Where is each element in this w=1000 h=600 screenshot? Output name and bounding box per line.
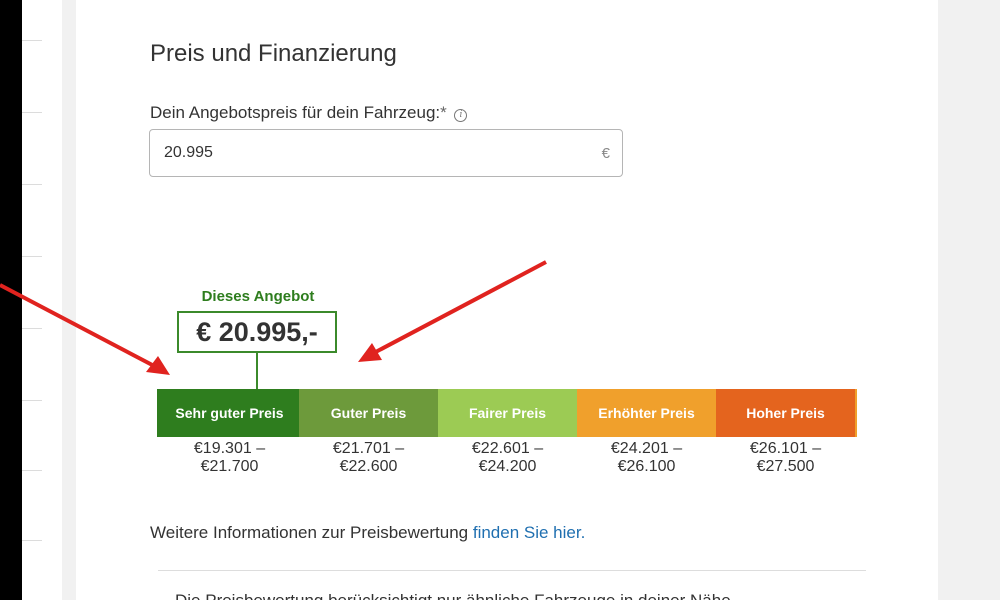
more-info-label: Weitere Informationen zur Preisbewertung xyxy=(150,523,473,542)
range-from: €21.701 – xyxy=(332,440,405,457)
left-sidebar xyxy=(22,0,62,600)
sidebar-divider xyxy=(22,400,42,401)
rating-range-item: €24.201 – €26.100 xyxy=(577,440,716,476)
rating-segment-gut: Guter Preis xyxy=(299,389,438,437)
sidebar-divider xyxy=(22,328,42,329)
price-input[interactable] xyxy=(164,130,584,176)
sidebar-divider xyxy=(22,184,42,185)
sidebar-divider xyxy=(22,40,42,41)
range-from: €22.601 – xyxy=(471,440,544,457)
sidebar-divider xyxy=(22,256,42,257)
price-field-label: Dein Angebotspreis für dein Fahrzeug:* i xyxy=(150,103,468,123)
sidebar-divider xyxy=(22,112,42,113)
price-rating-bar: Sehr guter Preis Guter Preis Fairer Prei… xyxy=(157,389,859,437)
range-to: €26.100 xyxy=(617,458,676,475)
rating-range-item: €22.601 – €24.200 xyxy=(438,440,577,476)
price-input-container[interactable]: € xyxy=(149,129,623,177)
more-info-link[interactable]: finden Sie hier. xyxy=(473,523,585,542)
rating-range-item: €21.701 – €22.600 xyxy=(299,440,438,476)
section-title: Preis und Finanzierung xyxy=(150,40,397,67)
offer-label: Dieses Angebot xyxy=(201,288,315,305)
range-from: €26.101 – xyxy=(749,440,822,457)
range-from: €24.201 – xyxy=(610,440,683,457)
range-to: €27.500 xyxy=(756,458,815,475)
range-from: €19.301 – xyxy=(193,440,266,457)
rating-bar-right-edge xyxy=(855,389,857,437)
required-marker: * xyxy=(440,103,447,122)
rating-segment-hoch: Hoher Preis xyxy=(716,389,855,437)
rating-segment-fair: Fairer Preis xyxy=(438,389,577,437)
currency-suffix: € xyxy=(601,145,610,162)
sidebar-divider xyxy=(22,540,42,541)
info-icon[interactable]: i xyxy=(454,108,468,122)
price-field-label-text: Dein Angebotspreis für dein Fahrzeug: xyxy=(150,103,441,122)
more-info-text: Weitere Informationen zur Preisbewertung… xyxy=(150,523,585,543)
range-to: €22.600 xyxy=(339,458,398,475)
rating-segment-erhoeht: Erhöhter Preis xyxy=(577,389,716,437)
offer-connector-line xyxy=(256,353,258,389)
offer-price-box: € 20.995,- xyxy=(177,311,337,353)
range-to: €21.700 xyxy=(200,458,259,475)
left-black-edge xyxy=(0,0,22,600)
right-gutter xyxy=(938,0,1000,600)
range-to: €24.200 xyxy=(478,458,537,475)
cut-off-text: Die Preisbewertung berücksichtigt nur äh… xyxy=(175,588,795,600)
rating-range-item: €26.101 – €27.500 xyxy=(716,440,855,476)
rating-segment-sehr-gut: Sehr guter Preis xyxy=(160,389,299,437)
rating-range-item: €19.301 – €21.700 xyxy=(160,440,299,476)
sidebar-divider xyxy=(22,470,42,471)
rating-ranges: €19.301 – €21.700 €21.701 – €22.600 €22.… xyxy=(160,440,860,476)
content-gutter xyxy=(62,0,76,600)
section-divider xyxy=(158,570,866,571)
